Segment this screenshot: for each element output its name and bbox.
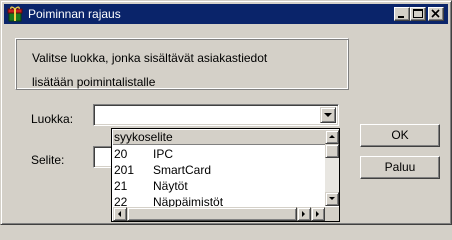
combo-dropdown-button[interactable] — [320, 107, 336, 123]
scroll-right-button[interactable] — [297, 207, 311, 221]
arrow-right-end-icon — [316, 211, 319, 217]
list-column-header[interactable]: syykoselite — [113, 130, 325, 145]
luokka-dropdown-list[interactable]: syykoselite 20 IPC 201 SmartCard 21 Näyt… — [111, 128, 340, 222]
list-item-name: IPC — [153, 147, 174, 161]
scroll-left-button[interactable] — [113, 207, 127, 221]
arrow-right-icon — [302, 211, 305, 217]
horizontal-scroll-thumb[interactable] — [127, 207, 297, 221]
luokka-combobox[interactable] — [93, 104, 339, 126]
chevron-down-icon — [324, 113, 332, 117]
list-item-code: 21 — [114, 179, 128, 193]
vertical-scroll-thumb[interactable] — [325, 144, 339, 158]
list-item-name: Näytöt — [153, 179, 188, 193]
horizontal-scrollbar[interactable] — [113, 207, 325, 221]
vertical-scrollbar[interactable] — [325, 130, 339, 206]
selite-field[interactable] — [93, 146, 113, 168]
dialog-window: Poiminnan rajaus Valitse luokka, jonka s… — [0, 0, 452, 225]
scroll-end-button[interactable] — [311, 207, 325, 221]
minimize-button[interactable] — [394, 7, 410, 21]
paluu-button[interactable]: Paluu — [360, 156, 440, 179]
minimize-icon — [398, 16, 404, 18]
app-icon — [7, 6, 23, 22]
window-title: Poiminnan rajaus — [28, 7, 121, 21]
maximize-button[interactable] — [410, 7, 426, 21]
maximize-icon — [413, 9, 423, 18]
list-item[interactable]: 201 SmartCard — [113, 162, 325, 178]
prompt-line-1: Valitse luokka, jonka sisältävät asiakas… — [32, 51, 268, 65]
scroll-up-button[interactable] — [325, 130, 339, 144]
close-button[interactable] — [428, 7, 444, 21]
arrow-left-icon — [118, 211, 121, 217]
list-item-name: SmartCard — [153, 163, 212, 177]
title-bar[interactable]: Poiminnan rajaus — [4, 4, 448, 24]
list-item[interactable]: 21 Näytöt — [113, 178, 325, 194]
scroll-down-button[interactable] — [325, 192, 339, 206]
list-item-code: 201 — [114, 163, 135, 177]
ok-button[interactable]: OK — [360, 124, 440, 147]
prompt-line-2: lisätään poimintalistalle — [32, 75, 156, 89]
luokka-label: Luokka: — [31, 112, 74, 126]
selite-label: Selite: — [31, 153, 65, 167]
list-item-code: 20 — [114, 147, 128, 161]
arrow-up-icon — [329, 135, 335, 138]
arrow-down-icon — [329, 197, 335, 200]
list-item[interactable]: 20 IPC — [113, 146, 325, 162]
scrollbar-corner — [325, 207, 339, 221]
close-icon — [431, 9, 440, 18]
